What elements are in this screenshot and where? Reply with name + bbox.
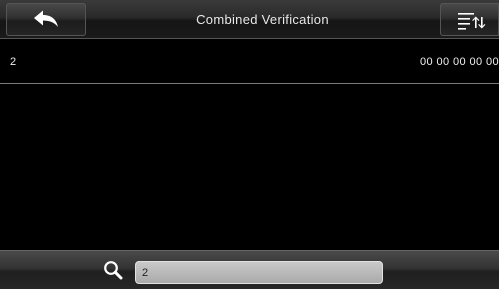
sort-menu-button[interactable] — [440, 3, 499, 36]
back-button[interactable] — [6, 3, 86, 36]
record-list: 2 00 00 00 00 00 — [0, 40, 499, 249]
page-title: Combined Verification — [196, 12, 329, 27]
sort-menu-icon — [457, 12, 485, 30]
row-id: 2 — [10, 56, 17, 68]
search-input[interactable] — [135, 261, 383, 284]
search-bar — [0, 250, 499, 289]
search-icon[interactable] — [103, 260, 123, 280]
title-bar: Combined Verification — [0, 0, 499, 39]
back-arrow-icon — [34, 10, 58, 27]
row-value: 00 00 00 00 00 — [419, 56, 499, 68]
list-item[interactable]: 2 00 00 00 00 00 — [0, 40, 499, 84]
